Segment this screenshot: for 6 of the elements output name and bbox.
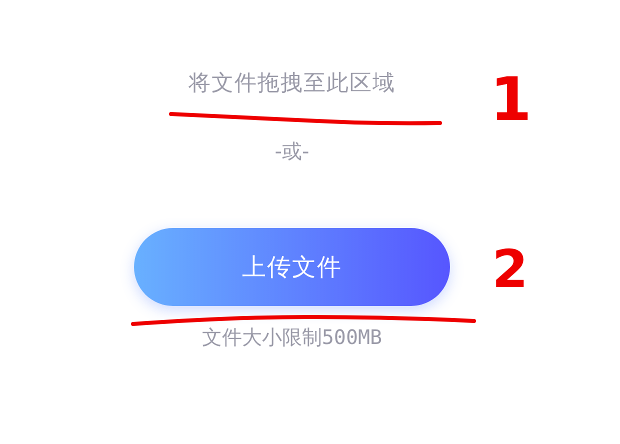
annotation-number: 2 — [492, 244, 528, 296]
or-separator: -或- — [274, 138, 310, 164]
upload-button[interactable]: 上传文件 — [134, 228, 450, 306]
drop-hint: 将文件拖拽至此区域 — [188, 70, 396, 98]
size-limit-text: 文件大小限制500MB — [202, 324, 382, 350]
annotation-number: 1 — [490, 70, 532, 130]
